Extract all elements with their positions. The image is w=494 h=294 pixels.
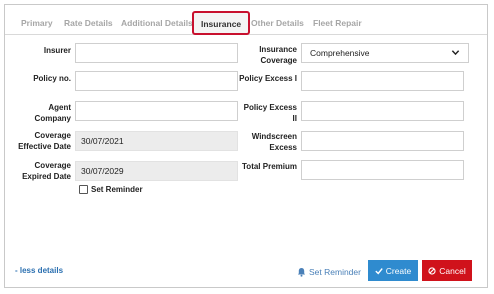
policy-no-field[interactable]	[75, 71, 238, 91]
tab-primary[interactable]: Primary	[21, 13, 53, 37]
agent-company-field[interactable]	[75, 101, 238, 121]
less-details-link[interactable]: - less details	[15, 266, 63, 275]
tab-additional-details[interactable]: Additional Details	[121, 13, 193, 37]
policy-no-label: Policy no.	[33, 74, 71, 83]
policy-excess-1-field[interactable]	[301, 71, 464, 91]
tab-rate-details[interactable]: Rate Details	[64, 13, 113, 37]
policy-excess-1-label: Policy Excess I	[239, 74, 297, 83]
policy-excess-2-label: Policy Excess II	[235, 102, 297, 124]
bell-icon	[297, 267, 306, 277]
coverage-expired-label-line-2: Expired Date	[22, 172, 71, 181]
insurance-coverage-selected: Comprehensive	[310, 48, 370, 58]
coverage-expired-date-label: Coverage Expired Date	[9, 160, 71, 182]
check-icon	[375, 267, 383, 274]
insurer-label: Insurer	[43, 46, 71, 55]
windscreen-label-line-2: Excess	[269, 143, 297, 152]
coverage-effective-date-field	[75, 131, 238, 151]
policy-excess-2-label-line-1: Policy Excess	[243, 103, 297, 112]
windscreen-excess-label: Windscreen Excess	[235, 131, 297, 153]
set-reminder-link[interactable]: Set Reminder	[297, 265, 361, 279]
insurance-form-panel: Primary Rate Details Additional Details …	[4, 4, 488, 288]
set-reminder-link-label: Set Reminder	[309, 267, 361, 277]
windscreen-label-line-1: Windscreen	[251, 132, 297, 141]
coverage-effective-date-label: Coverage Effective Date	[9, 130, 71, 152]
coverage-expired-label-line-1: Coverage	[34, 161, 71, 170]
create-button[interactable]: Create	[368, 260, 418, 281]
chevron-down-icon	[451, 50, 460, 56]
total-premium-field[interactable]	[301, 160, 464, 180]
insurance-coverage-label: Insurance Coverage	[241, 44, 297, 66]
agent-company-label-line-1: Agent	[48, 103, 71, 112]
policy-excess-2-field[interactable]	[301, 101, 464, 121]
coverage-expired-date-field[interactable]	[75, 161, 238, 181]
set-reminder-checkbox[interactable]	[79, 184, 88, 194]
coverage-effective-label-line-2: Effective Date	[18, 142, 71, 151]
tab-insurance[interactable]: Insurance	[192, 11, 251, 35]
total-premium-label: Total Premium	[242, 162, 297, 171]
tab-bar: Primary Rate Details Additional Details …	[5, 5, 487, 35]
cancel-button[interactable]: Cancel	[422, 260, 472, 281]
coverage-effective-label-line-1: Coverage	[34, 131, 71, 140]
create-button-label: Create	[385, 265, 412, 276]
insurance-coverage-select[interactable]: Comprehensive	[301, 43, 469, 63]
cancel-button-label: Cancel	[439, 265, 466, 276]
set-reminder-checkbox-label: Set Reminder	[91, 184, 143, 194]
agent-company-label: Agent Company	[15, 102, 71, 124]
insurer-field[interactable]	[75, 43, 238, 63]
insurance-coverage-label-line-1: Insurance	[259, 45, 297, 54]
policy-excess-2-label-line-2: II	[292, 114, 297, 123]
windscreen-excess-field[interactable]	[301, 131, 464, 151]
ban-icon	[428, 266, 436, 275]
tab-other-details[interactable]: Other Details	[251, 13, 304, 37]
tab-fleet-repair[interactable]: Fleet Repair	[313, 13, 362, 37]
insurance-coverage-label-line-2: Coverage	[260, 56, 297, 65]
agent-company-label-line-2: Company	[34, 114, 71, 123]
set-reminder-option[interactable]: Set Reminder	[79, 183, 143, 195]
